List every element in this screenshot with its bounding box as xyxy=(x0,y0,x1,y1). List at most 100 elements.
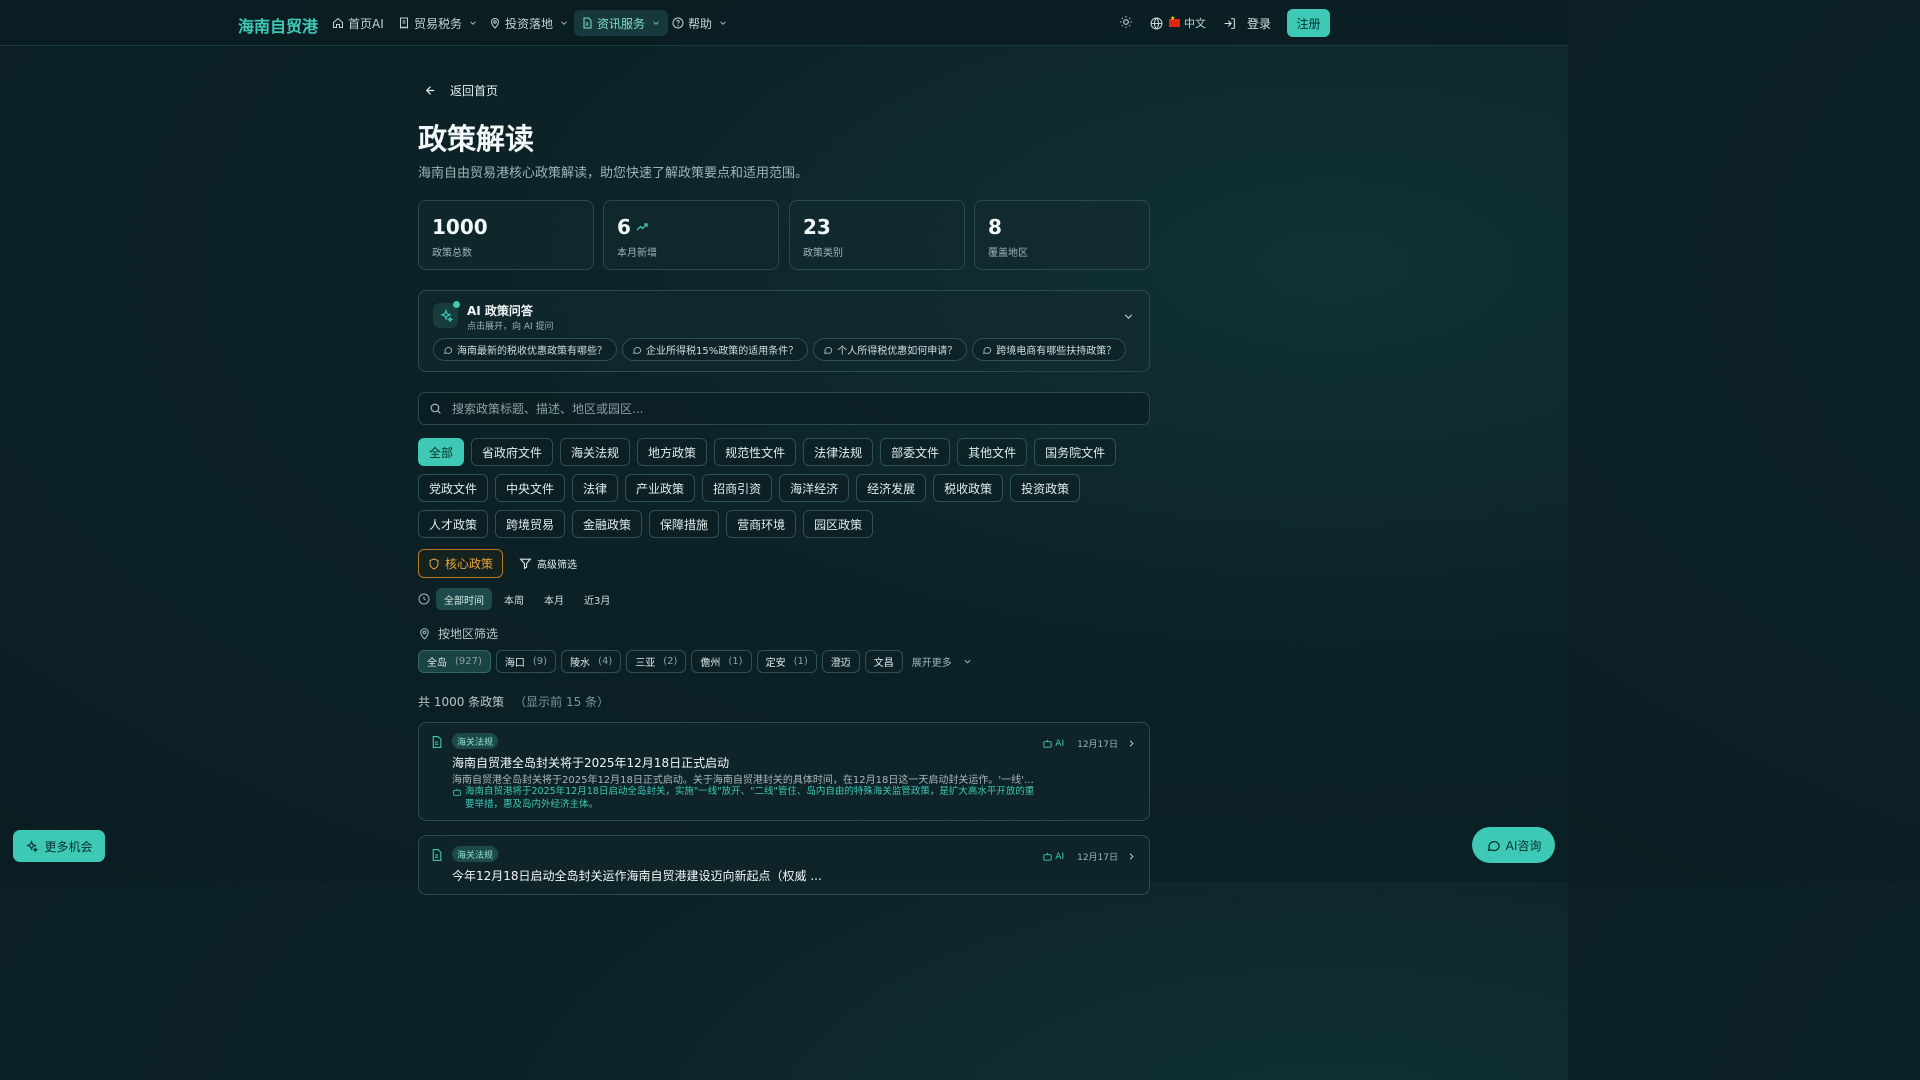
region-count: (9) xyxy=(532,656,548,667)
category-chip[interactable]: 法律 xyxy=(572,474,619,502)
language-label: 中文 xyxy=(1184,17,1206,30)
search-icon xyxy=(430,403,441,414)
chip-label: 企业所得税15%政策的适用条件？ xyxy=(646,346,799,357)
category-chip[interactable]: 金融政策 xyxy=(572,510,643,538)
ai-policy-qa-panel[interactable]: AI 政策问答 点击展开，向 AI 提问 海南最新的税收优惠政策有哪些？ 企业所… xyxy=(418,290,1150,372)
region-chip[interactable]: 儋州 (1) xyxy=(691,650,752,673)
robot-icon xyxy=(453,788,461,796)
nav-item-label: 资讯服务 xyxy=(597,16,646,31)
home-icon xyxy=(333,17,343,28)
region-name: 海口 xyxy=(504,658,525,669)
time-filter-week[interactable]: 本周 xyxy=(496,588,532,610)
category-chip[interactable]: 海洋经济 xyxy=(779,474,850,502)
nav-item-home-ai[interactable]: 首页AI xyxy=(325,10,391,36)
document-icon xyxy=(583,17,592,29)
category-chip[interactable]: 地方政策 xyxy=(637,438,708,466)
region-name: 定安 xyxy=(765,658,786,669)
chevron-right-icon[interactable] xyxy=(1126,738,1137,749)
chevron-right-icon[interactable] xyxy=(1126,851,1137,862)
category-chip[interactable]: 省政府文件 xyxy=(471,438,554,466)
stat-card-total: 1000 政策总数 xyxy=(418,200,594,270)
stat-value: 8 xyxy=(988,215,1002,239)
category-chip[interactable]: 规范性文件 xyxy=(714,438,797,466)
theme-toggle-sun-icon[interactable] xyxy=(1119,15,1133,29)
ai-badge: AI xyxy=(1042,738,1064,749)
core-policy-toggle[interactable]: 核心政策 xyxy=(418,549,503,578)
chevron-down-icon[interactable] xyxy=(1122,310,1135,323)
category-chip[interactable]: 投资政策 xyxy=(1010,474,1081,502)
map-pin-icon xyxy=(420,628,429,640)
category-chip[interactable]: 党政文件 xyxy=(418,474,489,502)
time-filter-3months[interactable]: 近3月 xyxy=(576,588,618,610)
shield-icon xyxy=(429,557,439,570)
more-opportunities-button[interactable]: 更多机会 xyxy=(13,830,105,862)
policy-description: 海南自贸港全岛封关将于2025年12月18日正式启动。关于海南自贸港封关的具体时… xyxy=(452,775,1037,786)
category-chip-all[interactable]: 全部 xyxy=(418,438,465,466)
nav-item-invest[interactable]: 投资落地 xyxy=(482,10,576,36)
category-chip[interactable]: 其他文件 xyxy=(957,438,1028,466)
category-chip[interactable]: 跨境贸易 xyxy=(495,510,566,538)
back-home-link[interactable]: 返回首页 xyxy=(424,82,498,99)
ai-consult-button[interactable]: AI咨询 xyxy=(1472,827,1555,863)
region-chip[interactable]: 三亚 (2) xyxy=(626,650,687,673)
core-policy-label: 核心政策 xyxy=(444,557,493,571)
ai-question-chip[interactable]: 个人所得税优惠如何申请？ xyxy=(813,338,968,361)
chip-label: 个人所得税优惠如何申请？ xyxy=(837,346,958,357)
robot-icon xyxy=(1043,852,1052,861)
category-chip[interactable]: 部委文件 xyxy=(880,438,951,466)
ai-consult-label: AI咨询 xyxy=(1505,838,1542,853)
login-button[interactable]: 登录 xyxy=(1223,15,1271,32)
results-count: 共 1000 条政策 （显示前 15 条） xyxy=(418,693,609,710)
nav-item-info-services[interactable]: 资讯服务 xyxy=(574,10,669,36)
expand-more-regions[interactable]: 展开更多 xyxy=(912,654,973,669)
ai-question-chips: 海南最新的税收优惠政策有哪些？ 企业所得税15%政策的适用条件？ 个人所得税优惠… xyxy=(433,338,1127,361)
region-chip[interactable]: 陵水 (4) xyxy=(561,650,622,673)
chat-bubble-icon xyxy=(1487,840,1500,851)
time-filter-month[interactable]: 本月 xyxy=(536,588,572,610)
language-selector[interactable]: 中文 xyxy=(1150,15,1206,31)
filter-icon xyxy=(519,558,532,570)
policy-card[interactable]: 海关法规 今年12月18日启动全岛封关运作海南自贸港建设迈向新起点（权威 ...… xyxy=(418,835,1150,895)
stat-value: 6 xyxy=(617,215,631,239)
login-icon xyxy=(1224,18,1235,29)
region-chip[interactable]: 定安 (1) xyxy=(756,650,817,673)
category-chip[interactable]: 经济发展 xyxy=(856,474,927,502)
category-chip[interactable]: 税收政策 xyxy=(933,474,1004,502)
region-chip[interactable]: 澄迈 xyxy=(821,650,860,673)
globe-icon xyxy=(1150,17,1163,29)
ai-question-chip[interactable]: 企业所得税15%政策的适用条件？ xyxy=(622,338,809,361)
category-chip[interactable]: 招商引资 xyxy=(702,474,773,502)
region-name: 儋州 xyxy=(700,658,721,669)
category-chip[interactable]: 国务院文件 xyxy=(1034,438,1117,466)
login-label: 登录 xyxy=(1247,17,1272,31)
ai-panel-subtitle: 点击展开，向 AI 提问 xyxy=(467,322,554,332)
policy-title: 海南自贸港全岛封关将于2025年12月18日正式启动 xyxy=(452,756,730,770)
nav-item-trade-tax[interactable]: 贸易税务 xyxy=(391,10,485,36)
region-count: (1) xyxy=(728,656,743,667)
category-chip[interactable]: 园区政策 xyxy=(803,510,874,538)
region-chip[interactable]: 全岛 (927) xyxy=(418,650,491,673)
message-icon xyxy=(444,346,453,354)
brand-logo[interactable]: 海南自贸港 xyxy=(238,13,318,37)
region-chip[interactable]: 海口 (9) xyxy=(495,650,557,673)
nav-item-help[interactable]: 帮助 xyxy=(665,10,735,36)
category-chip[interactable]: 产业政策 xyxy=(625,474,696,502)
trending-up-icon xyxy=(636,223,648,231)
category-chip[interactable]: 营商环境 xyxy=(726,510,797,538)
search-input[interactable] xyxy=(452,401,1112,416)
register-button[interactable]: 注册 xyxy=(1287,9,1330,37)
ai-summary-text: 海南自贸港将于2025年12月18日启动全岛封关，实施"一线"放开、"二线"管住… xyxy=(465,786,1035,810)
category-chip[interactable]: 海关法规 xyxy=(560,438,631,466)
category-chip[interactable]: 法律法规 xyxy=(803,438,874,466)
policy-card[interactable]: 海关法规 海南自贸港全岛封关将于2025年12月18日正式启动 海南自贸港全岛封… xyxy=(418,722,1150,821)
back-label: 返回首页 xyxy=(450,84,499,98)
ai-question-chip[interactable]: 海南最新的税收优惠政策有哪些？ xyxy=(433,338,617,361)
ai-question-chip[interactable]: 跨境电商有哪些扶持政策？ xyxy=(972,338,1127,361)
advanced-filter-button[interactable]: 高级筛选 xyxy=(519,556,577,571)
category-chip[interactable]: 保障措施 xyxy=(649,510,720,538)
category-chip[interactable]: 人才政策 xyxy=(418,510,489,538)
region-chip[interactable]: 文昌 xyxy=(864,650,903,673)
time-filter-all[interactable]: 全部时间 xyxy=(436,588,492,610)
category-chip[interactable]: 中央文件 xyxy=(495,474,566,502)
region-count: (1) xyxy=(793,656,808,667)
